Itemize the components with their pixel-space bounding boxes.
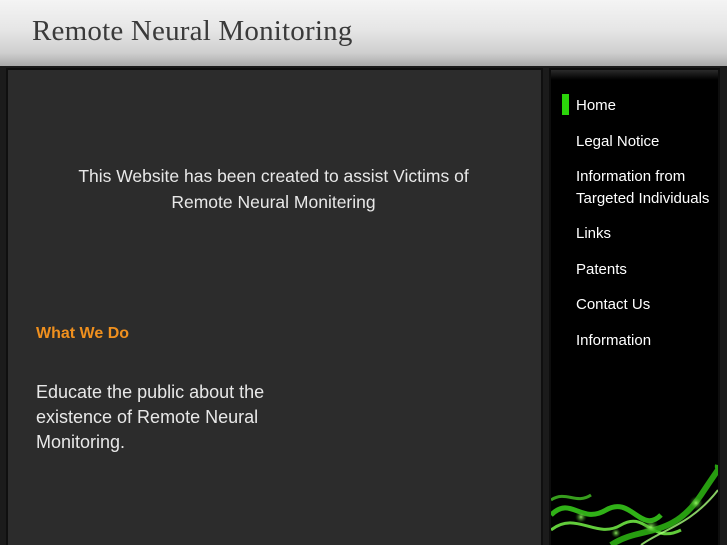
- section-body-text: Educate the public about the existence o…: [36, 382, 265, 452]
- site-header: Remote Neural Monitoring: [0, 0, 727, 67]
- site-title: Remote Neural Monitoring: [32, 15, 353, 47]
- intro-text: This Website has been created to assist …: [78, 166, 469, 212]
- main-content: This Website has been created to assist …: [6, 68, 543, 545]
- nav-menu: Home Legal Notice Information from Targe…: [551, 92, 718, 362]
- nav-item-links[interactable]: Links: [551, 220, 718, 248]
- neural-art-image: [551, 455, 718, 545]
- sidebar-top-shade: [551, 70, 718, 80]
- section-heading: What We Do: [36, 325, 130, 342]
- sidebar-navigation: Home Legal Notice Information from Targe…: [549, 68, 720, 545]
- nav-item-information[interactable]: Information: [551, 327, 718, 355]
- nav-item-legal-notice[interactable]: Legal Notice: [551, 128, 718, 156]
- nav-item-contact-us[interactable]: Contact Us: [551, 291, 718, 319]
- nav-item-information-from-targeted-individuals[interactable]: Information from Targeted Individuals: [551, 163, 718, 212]
- nav-item-patents[interactable]: Patents: [551, 256, 718, 284]
- nav-item-home[interactable]: Home: [551, 92, 718, 120]
